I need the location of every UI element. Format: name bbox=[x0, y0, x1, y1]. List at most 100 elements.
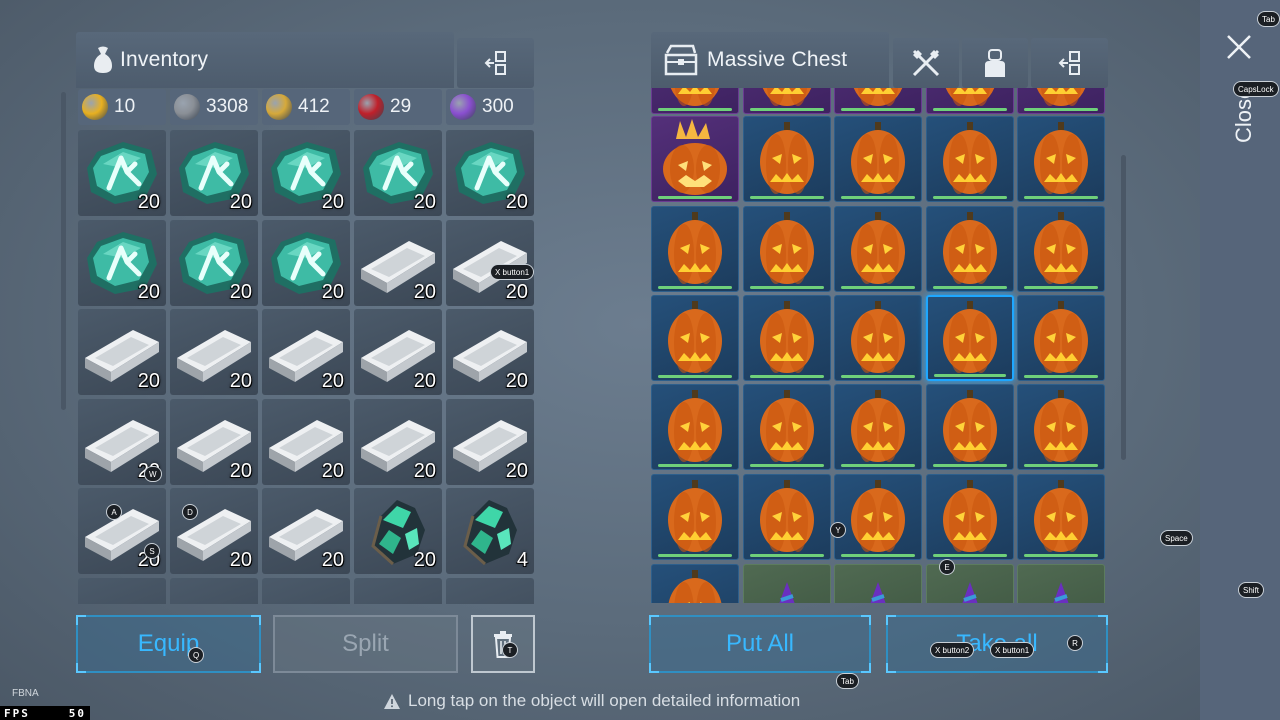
item-slot[interactable] bbox=[925, 206, 1014, 292]
inventory-sort-button[interactable] bbox=[457, 38, 534, 88]
item-slot[interactable]: 20 bbox=[170, 488, 258, 574]
item-slot[interactable]: 20 bbox=[262, 219, 350, 306]
item-slot[interactable] bbox=[1017, 116, 1105, 202]
durability-bar bbox=[749, 375, 824, 378]
item-slot[interactable] bbox=[834, 384, 922, 470]
item-count: 4 bbox=[516, 549, 528, 571]
split-button[interactable]: Split bbox=[273, 615, 458, 673]
item-slot[interactable]: 20 bbox=[354, 219, 442, 306]
item-slot[interactable] bbox=[742, 474, 831, 560]
item-slot[interactable] bbox=[1017, 564, 1105, 603]
item-slot[interactable]: 20 bbox=[170, 130, 258, 216]
item-slot[interactable] bbox=[742, 384, 831, 470]
item-slot[interactable] bbox=[1017, 295, 1105, 381]
chest-dismantle-button[interactable] bbox=[893, 38, 959, 88]
item-slot[interactable] bbox=[742, 564, 831, 603]
item-slot[interactable]: 20 bbox=[78, 309, 166, 395]
empty-slot[interactable] bbox=[78, 577, 166, 604]
chest-scrollbar[interactable] bbox=[1121, 155, 1126, 460]
item-slot[interactable]: 20 bbox=[354, 130, 442, 216]
item-slot[interactable] bbox=[834, 206, 922, 292]
item-slot[interactable]: 20 bbox=[446, 130, 534, 216]
pumpkin-icon bbox=[928, 297, 1012, 379]
item-slot[interactable]: 20 bbox=[78, 488, 166, 574]
pumpkin-icon bbox=[927, 385, 1013, 469]
inventory-scrollbar[interactable] bbox=[61, 92, 66, 410]
item-slot[interactable]: 20 bbox=[262, 130, 350, 216]
item-slot[interactable] bbox=[1017, 88, 1105, 114]
item-slot[interactable] bbox=[1017, 384, 1105, 470]
item-slot[interactable]: 20 bbox=[262, 488, 350, 574]
currency-item: 300 bbox=[446, 89, 534, 125]
item-slot[interactable] bbox=[1017, 474, 1105, 560]
red-emblem-icon bbox=[358, 94, 384, 120]
item-slot[interactable] bbox=[925, 295, 1014, 381]
item-slot[interactable] bbox=[834, 295, 922, 381]
item-slot[interactable] bbox=[742, 295, 831, 381]
hand-lock-icon bbox=[985, 49, 1005, 77]
crossed-tools-icon bbox=[912, 49, 940, 77]
pumpkin-icon bbox=[652, 385, 738, 469]
item-count: 20 bbox=[505, 191, 528, 213]
item-slot[interactable] bbox=[651, 116, 739, 202]
item-count: 20 bbox=[229, 549, 252, 571]
item-slot[interactable]: 20 bbox=[446, 219, 534, 306]
item-slot[interactable]: 20 bbox=[446, 309, 534, 395]
item-slot[interactable]: 20 bbox=[170, 309, 258, 395]
item-slot[interactable]: 20 bbox=[354, 309, 442, 395]
durability-bar bbox=[841, 286, 915, 289]
item-slot[interactable] bbox=[925, 474, 1014, 560]
item-slot[interactable]: 20 bbox=[262, 309, 350, 395]
chest-transfer-button[interactable] bbox=[1031, 38, 1108, 88]
item-slot[interactable]: 20 bbox=[170, 219, 258, 306]
empty-slot[interactable] bbox=[446, 577, 534, 604]
pumpkin-icon bbox=[927, 207, 1013, 291]
item-count: 20 bbox=[413, 191, 436, 213]
equip-button[interactable]: Equip bbox=[76, 615, 261, 673]
item-slot[interactable]: 20 bbox=[78, 130, 166, 216]
item-slot[interactable] bbox=[742, 116, 831, 202]
item-slot[interactable] bbox=[651, 384, 739, 470]
item-count: 20 bbox=[321, 370, 344, 392]
item-slot[interactable]: 20 bbox=[262, 398, 350, 485]
item-slot[interactable] bbox=[651, 474, 739, 560]
item-slot[interactable] bbox=[834, 116, 922, 202]
close-button[interactable] bbox=[1222, 30, 1256, 64]
crystal-icon bbox=[450, 94, 476, 120]
empty-slot[interactable] bbox=[354, 577, 442, 604]
key-hint-capslock: CapsLock bbox=[1233, 81, 1279, 97]
item-slot[interactable] bbox=[925, 88, 1014, 114]
item-slot[interactable] bbox=[651, 564, 739, 603]
currency-value: 412 bbox=[298, 96, 330, 117]
item-slot[interactable] bbox=[742, 206, 831, 292]
item-slot[interactable] bbox=[925, 116, 1014, 202]
empty-slot[interactable] bbox=[170, 577, 258, 604]
key-hint-e: E bbox=[939, 559, 955, 575]
item-slot[interactable]: 20 bbox=[354, 488, 442, 574]
item-slot[interactable] bbox=[834, 88, 922, 114]
pumpkin-icon bbox=[652, 565, 738, 603]
item-slot[interactable]: 20 bbox=[78, 219, 166, 306]
item-count: 20 bbox=[505, 459, 528, 482]
empty-slot[interactable] bbox=[262, 577, 350, 604]
item-slot[interactable]: 20 bbox=[446, 398, 534, 485]
item-slot[interactable]: 4 bbox=[446, 488, 534, 574]
item-slot[interactable] bbox=[742, 88, 831, 114]
put-all-button[interactable]: Put All bbox=[649, 615, 871, 673]
item-slot[interactable] bbox=[651, 88, 739, 114]
key-hint-xbutton1: X button1 bbox=[990, 642, 1035, 658]
key-hint-xbutton1-inv: X button1 bbox=[490, 264, 535, 280]
item-slot[interactable]: 20 bbox=[170, 398, 258, 485]
item-slot[interactable]: 20 bbox=[354, 398, 442, 485]
item-slot[interactable] bbox=[1017, 206, 1105, 292]
currency-item: 29 bbox=[354, 89, 442, 125]
fps-label: FPS bbox=[4, 706, 30, 720]
item-slot[interactable] bbox=[925, 384, 1014, 470]
item-slot[interactable] bbox=[834, 474, 922, 560]
item-slot[interactable] bbox=[834, 564, 922, 603]
key-hint-xbutton2: X button2 bbox=[930, 642, 975, 658]
chest-lock-button[interactable] bbox=[962, 38, 1028, 88]
item-slot[interactable] bbox=[651, 206, 739, 292]
item-slot[interactable] bbox=[651, 295, 739, 381]
button-corner bbox=[861, 663, 871, 673]
